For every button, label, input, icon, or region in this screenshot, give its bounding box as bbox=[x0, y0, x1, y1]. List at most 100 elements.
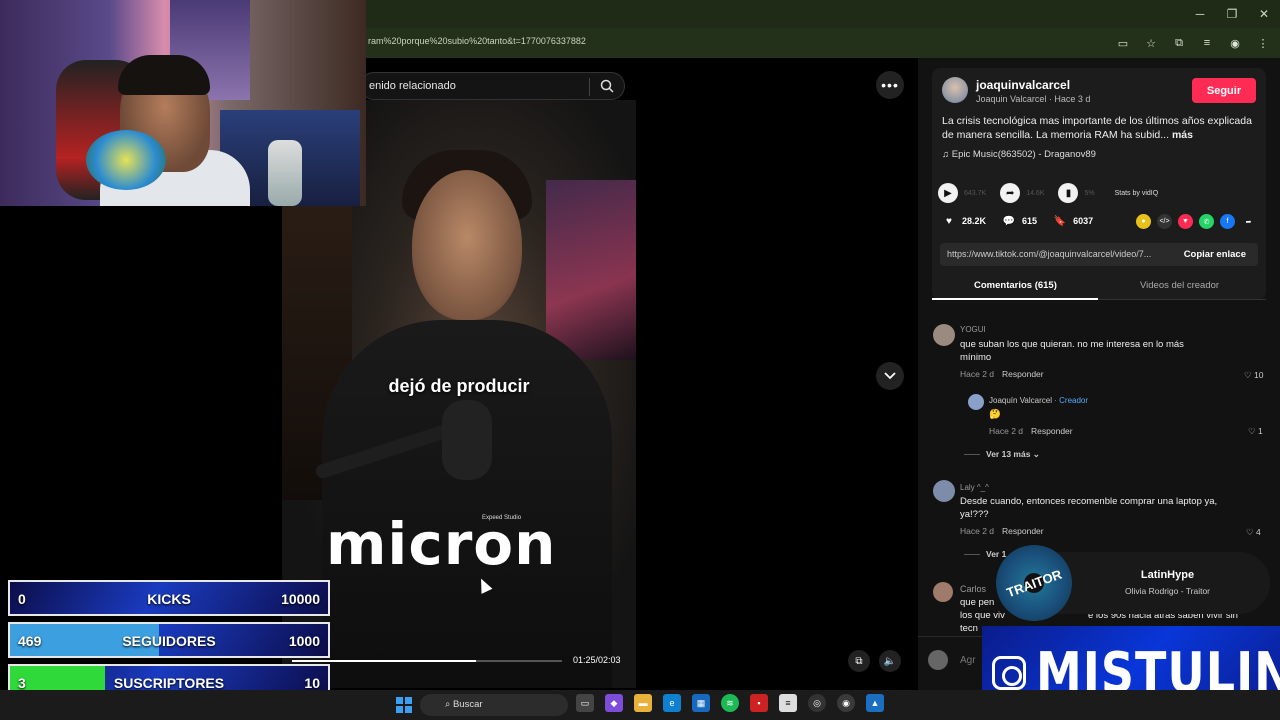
comment-avatar[interactable] bbox=[933, 480, 955, 502]
minimize-icon[interactable]: ─ bbox=[1184, 0, 1216, 28]
stats-bars-icon[interactable]: ▮ bbox=[1058, 183, 1079, 203]
goal-target: 1000 bbox=[288, 633, 320, 649]
reply-button[interactable]: Responder bbox=[1031, 426, 1073, 436]
instagram-icon bbox=[992, 656, 1026, 690]
more-options-icon[interactable]: ••• bbox=[876, 71, 904, 99]
file-explorer-icon[interactable]: ▬ bbox=[634, 694, 652, 712]
reply-button[interactable]: Responder bbox=[1002, 526, 1044, 536]
follow-button[interactable]: Seguir bbox=[1192, 78, 1256, 103]
comment-avatar[interactable] bbox=[933, 582, 953, 602]
brand-logo: micron bbox=[326, 510, 557, 578]
webcam-hair bbox=[118, 55, 210, 95]
tab-creator-videos[interactable]: Videos del creador bbox=[1140, 280, 1219, 291]
video-progress-bar[interactable] bbox=[292, 660, 562, 662]
embed-icon[interactable]: </> bbox=[1157, 214, 1172, 229]
creator-username[interactable]: joaquinvalcarcel bbox=[976, 78, 1070, 92]
view-more-replies[interactable]: Ver 13 más ⌄ bbox=[964, 449, 1040, 460]
share-arrow-icon[interactable]: ➦ bbox=[1000, 183, 1021, 203]
video-person-head bbox=[412, 170, 522, 320]
goal-followers: 469 SEGUIDORES 1000 bbox=[8, 622, 330, 658]
obs-icon[interactable]: ◎ bbox=[808, 694, 826, 712]
bookmark-icon[interactable]: 🔖 bbox=[1053, 214, 1067, 228]
edge-icon[interactable]: e bbox=[663, 694, 681, 712]
floating-player-icon[interactable]: ⧉ bbox=[848, 650, 870, 672]
chevron-down-icon[interactable] bbox=[876, 362, 904, 390]
search-input[interactable]: enido relacionado bbox=[360, 72, 625, 100]
shares-count: 14.6K bbox=[1026, 189, 1045, 197]
goal-label: SUSCRIPTORES bbox=[113, 675, 225, 691]
copilot-icon[interactable]: ◆ bbox=[605, 694, 623, 712]
restore-icon[interactable]: ❐ bbox=[1216, 0, 1248, 28]
reply-meta: Hace 2 d Responder bbox=[989, 426, 1073, 436]
bookmark-star-icon[interactable]: ☆ bbox=[1142, 34, 1160, 52]
whatsapp-icon[interactable]: ✆ bbox=[1199, 214, 1214, 229]
address-bar-icons: ▭ ☆ ⧉ ≡ ◉ ⋮ bbox=[1114, 34, 1272, 52]
comment-text: Desde cuando, entonces recomenble compra… bbox=[960, 496, 1218, 520]
photos-icon[interactable]: ▲ bbox=[866, 694, 884, 712]
coin-icon[interactable]: ● bbox=[1136, 214, 1151, 229]
reply-like-count: 1 bbox=[1257, 426, 1263, 436]
comment-icon[interactable]: 💬 bbox=[1002, 214, 1016, 228]
view-more-replies[interactable]: Ver 1 bbox=[964, 549, 1006, 559]
now-playing-song: Olivia Rodrigo - Traitor bbox=[1124, 586, 1211, 596]
stats-by-label[interactable]: Stats by vidIQ bbox=[1115, 190, 1159, 197]
notepad-icon[interactable]: ≡ bbox=[779, 694, 797, 712]
comment-username[interactable]: YOGUI bbox=[960, 325, 986, 334]
chrome-icon[interactable]: ◉ bbox=[837, 694, 855, 712]
task-view-icon[interactable]: ▭ bbox=[576, 694, 594, 712]
comment-username[interactable]: Laly ^_^ bbox=[960, 483, 989, 492]
share-icons: ● </> ▼ ✆ f ➦ bbox=[1136, 214, 1256, 229]
comment-avatar[interactable] bbox=[933, 324, 955, 346]
store-icon[interactable]: ▦ bbox=[692, 694, 710, 712]
reply-button[interactable]: Responder bbox=[1002, 369, 1044, 379]
windows-start-icon[interactable] bbox=[396, 697, 412, 713]
heart-icon[interactable]: ♥ bbox=[942, 214, 956, 228]
taskbar-apps: ▭ ◆ ▬ e ▦ ≋ ▪ ≡ ◎ ◉ ▲ bbox=[576, 694, 884, 712]
webcam-bottle bbox=[268, 140, 302, 206]
more-link[interactable]: más bbox=[1172, 129, 1193, 141]
search-icon[interactable] bbox=[600, 79, 614, 93]
app-icon[interactable]: ▪ bbox=[750, 694, 768, 712]
taskbar-search[interactable] bbox=[420, 694, 568, 716]
tab-comments[interactable]: Comentarios (615) bbox=[974, 280, 1057, 291]
comment-like[interactable]: ♡ 10 bbox=[1244, 370, 1263, 381]
comment-like-count: 10 bbox=[1253, 370, 1264, 380]
music-title: Epic Music(863502) - Draganov89 bbox=[951, 149, 1096, 160]
creator-avatar[interactable] bbox=[942, 77, 968, 103]
video-description-text: La crisis tecnológica mas importante de … bbox=[942, 115, 1252, 141]
video-caption: dejó de producir bbox=[388, 376, 530, 396]
comment-like[interactable]: ♡ 4 bbox=[1246, 527, 1261, 538]
comment-time: Hace 2 d bbox=[960, 369, 995, 379]
extensions-icon[interactable]: ⧉ bbox=[1170, 34, 1188, 52]
comment-tabs: Comentarios (615) Videos del creador bbox=[932, 276, 1266, 300]
actions-row: ♥ 28.2K 💬 615 🔖 6037 bbox=[942, 214, 1109, 228]
reply-like[interactable]: ♡ 1 bbox=[1248, 426, 1263, 437]
comment-input[interactable]: Agr bbox=[960, 655, 976, 666]
microphone bbox=[442, 400, 492, 480]
reply-avatar[interactable] bbox=[968, 394, 984, 410]
video-link-url[interactable]: https://www.tiktok.com/@joaquinvalcarcel… bbox=[947, 249, 1172, 259]
copy-link-button[interactable]: Copiar enlace bbox=[1184, 249, 1246, 260]
reply-username[interactable]: Joaquín Valcarcel · Creador bbox=[989, 396, 1088, 405]
reply-text: 🤔 bbox=[989, 409, 1001, 420]
media-icon[interactable]: ≡ bbox=[1198, 34, 1216, 52]
comment-username[interactable]: Carlos bbox=[960, 584, 986, 594]
url-text[interactable]: ram%20porque%20subio%20tanto&t=177007633… bbox=[368, 36, 586, 46]
menu-kebab-icon[interactable]: ⋮ bbox=[1254, 34, 1272, 52]
music-note-icon: ♫ bbox=[942, 149, 952, 160]
comment-meta: Hace 2 d Responder bbox=[960, 369, 1044, 379]
cast-icon[interactable]: ▭ bbox=[1114, 34, 1132, 52]
close-icon[interactable]: ✕ bbox=[1248, 0, 1280, 28]
facebook-icon[interactable]: f bbox=[1220, 214, 1235, 229]
music-info[interactable]: ♫ Epic Music(863502) - Draganov89 bbox=[942, 149, 1096, 160]
goal-label: SEGUIDORES bbox=[122, 633, 216, 649]
brand-small-text: Expeed Studio bbox=[482, 515, 522, 521]
webcam-overlay bbox=[0, 0, 366, 206]
play-icon[interactable]: ▶ bbox=[938, 183, 958, 203]
profile-icon[interactable]: ◉ bbox=[1226, 34, 1244, 52]
reply-username-text: Joaquín Valcarcel bbox=[989, 396, 1052, 405]
share-more-icon[interactable]: ➦ bbox=[1241, 214, 1256, 229]
volume-icon[interactable]: 🔈 bbox=[879, 650, 901, 672]
spotify-icon[interactable]: ≋ bbox=[721, 694, 739, 712]
send-icon[interactable]: ▼ bbox=[1178, 214, 1193, 229]
